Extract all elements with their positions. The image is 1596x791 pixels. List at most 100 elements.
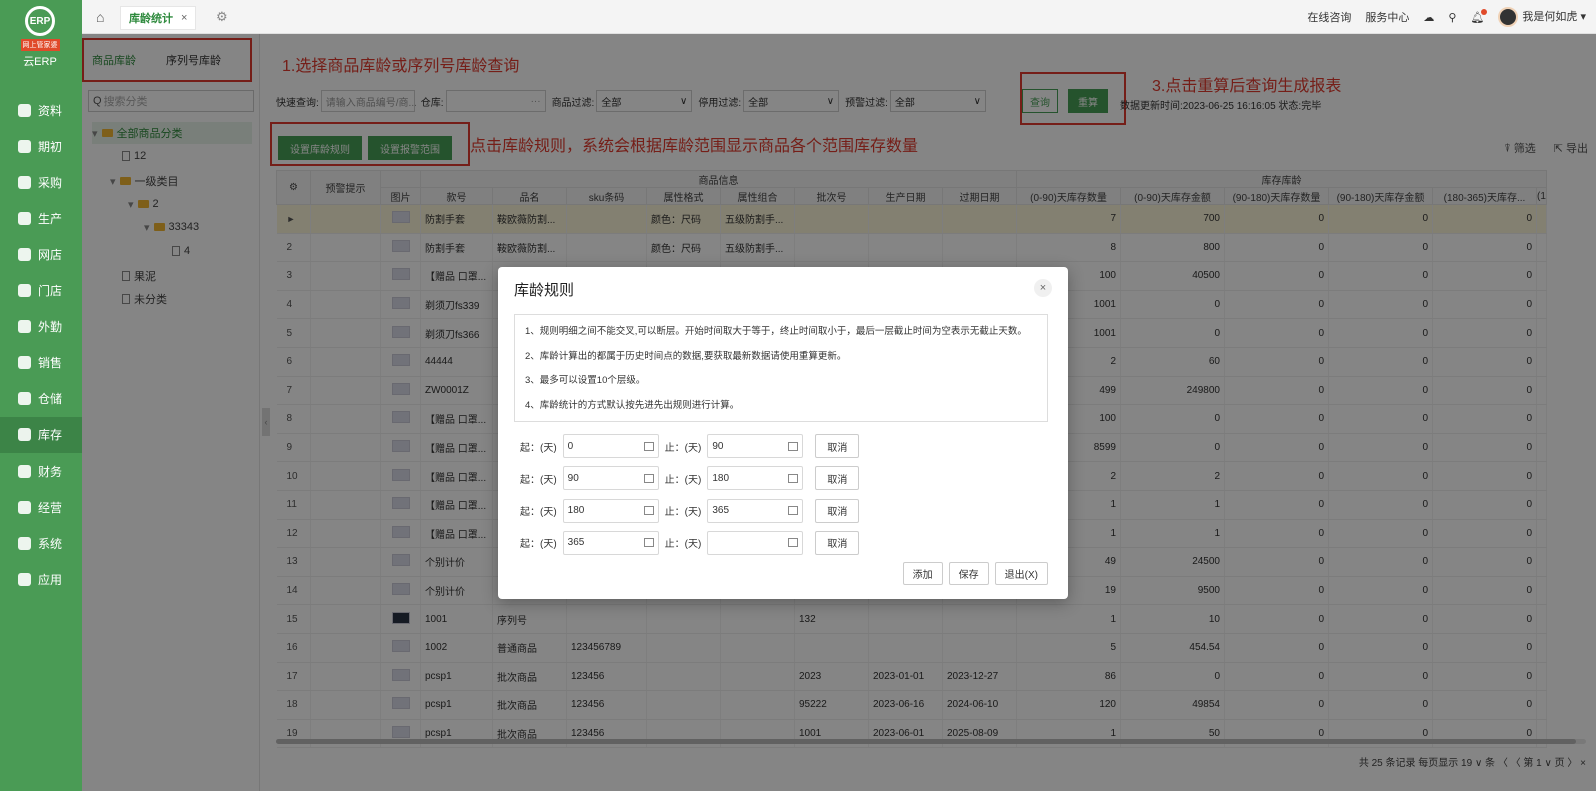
end-day-input[interactable]: 180 bbox=[707, 466, 804, 491]
sidebar-item-8[interactable]: 销售 bbox=[0, 345, 82, 381]
rule-notes: 1、规则明细之间不能交叉,可以断层。开始时间取大于等于，终止时间取小于，最后一层… bbox=[514, 314, 1048, 422]
sidebar-item-label: 财务 bbox=[38, 464, 63, 479]
search-icon[interactable]: ⚲ bbox=[1448, 11, 1456, 24]
end-label: 止：(天) bbox=[664, 507, 702, 519]
sidebar-item-5[interactable]: 网店 bbox=[0, 236, 82, 272]
sidebar-item-label: 系统 bbox=[38, 536, 63, 551]
sidebar-item-12[interactable]: 经营 bbox=[0, 489, 82, 525]
erp-logo-icon: ERP bbox=[25, 6, 55, 36]
store-icon bbox=[18, 284, 31, 297]
main-sidebar: ERP 网上管家婆 云ERP 资料 期初 采购 生产 网店 门店 外勤 销售 仓储 库存 财务 经营系… bbox=[0, 0, 82, 791]
logo-name: 云ERP bbox=[23, 56, 57, 68]
cart-icon bbox=[18, 175, 31, 189]
sidebar-item-4[interactable]: 生产 bbox=[0, 200, 82, 236]
end-day-input[interactable]: 365 bbox=[707, 498, 804, 523]
start-day-input[interactable]: 90 bbox=[562, 466, 659, 491]
dialog-footer: 添加 保存 退出(X) bbox=[902, 562, 1048, 585]
sidebar-item-label: 仓储 bbox=[38, 392, 63, 407]
sidebar-item-label: 门店 bbox=[38, 284, 63, 298]
exit-button[interactable]: 退出(X) bbox=[994, 562, 1048, 585]
range-row: 起：(天) 365 止：(天) 取消 bbox=[520, 530, 860, 555]
user-menu[interactable]: 我是何如虎 ▾ bbox=[1498, 7, 1586, 27]
sidebar-item-10[interactable]: 库存 bbox=[0, 416, 82, 453]
range-row: 起：(天) 0 止：(天) 90 取消 bbox=[520, 434, 860, 458]
rule-note: 1、规则明细之间不能交叉,可以断层。开始时间取大于等于，终止时间取小于，最后一层… bbox=[525, 326, 1027, 337]
sidebar-item-label: 外勤 bbox=[38, 320, 63, 335]
sidebar-item-label: 销售 bbox=[38, 356, 63, 371]
sidebar-item-label: 库存 bbox=[38, 428, 63, 443]
start-day-input[interactable]: 0 bbox=[562, 434, 659, 458]
warehouse-icon bbox=[18, 392, 31, 406]
rule-note: 2、库龄计算出的都属于历史时间点的数据,要获取最新数据请使用重算更新。 bbox=[525, 350, 847, 362]
sidebar-item-label: 资料 bbox=[38, 103, 63, 118]
sidebar-item-label: 期初 bbox=[38, 139, 63, 154]
cancel-range-button[interactable]: 取消 bbox=[815, 498, 860, 523]
sidebar-item-label: 应用 bbox=[38, 572, 63, 587]
sidebar-item-11[interactable]: 财务 bbox=[0, 453, 82, 489]
calendar-icon bbox=[788, 473, 799, 483]
avatar bbox=[1498, 7, 1519, 27]
sidebar-item-label: 采购 bbox=[38, 175, 63, 190]
start-label: 起：(天) bbox=[520, 474, 557, 486]
start-day-input[interactable]: 180 bbox=[562, 498, 659, 523]
top-bar: ⌂ 库龄统计 × ⚙ 在线咨询 服务中心 ☁ ⚲ 🔔︎ 我是何如虎 ▾ bbox=[82, 0, 1596, 34]
range-row: 起：(天) 180 止：(天) 365 取消 bbox=[520, 498, 860, 523]
end-label: 止：(天) bbox=[664, 474, 702, 486]
start-label: 起：(天) bbox=[520, 507, 557, 519]
calendar-icon bbox=[788, 538, 799, 548]
rule-note: 3、最多可以设置10个层级。 bbox=[525, 375, 646, 386]
end-day-input[interactable]: 90 bbox=[707, 434, 804, 458]
home-icon[interactable]: ⌂ bbox=[96, 9, 104, 25]
end-label: 止：(天) bbox=[664, 442, 702, 454]
calendar-icon bbox=[643, 538, 654, 548]
start-day-value: 365 bbox=[567, 537, 585, 549]
cloud-icon[interactable]: ☁ bbox=[1423, 11, 1434, 24]
sidebar-item-7[interactable]: 外勤 bbox=[0, 309, 82, 345]
tabs-settings-icon[interactable]: ⚙ bbox=[216, 9, 228, 25]
start-day-value: 0 bbox=[567, 440, 574, 452]
sidebar-item-2[interactable]: 期初 bbox=[0, 128, 82, 164]
location-icon bbox=[18, 320, 31, 334]
calendar-icon bbox=[788, 506, 799, 516]
gear-icon bbox=[18, 536, 31, 550]
bell-icon[interactable]: 🔔︎ bbox=[1470, 8, 1488, 24]
sidebar-item-label: 生产 bbox=[38, 211, 63, 226]
inventory-icon bbox=[18, 428, 31, 442]
end-day-value: 90 bbox=[712, 440, 724, 452]
calendar-icon bbox=[788, 441, 799, 451]
start-day-value: 180 bbox=[567, 505, 585, 517]
start-day-input[interactable]: 365 bbox=[562, 530, 659, 555]
service-center-link[interactable]: 服务中心 bbox=[1365, 9, 1409, 25]
sidebar-item-9[interactable]: 仓储 bbox=[0, 381, 82, 417]
cancel-range-button[interactable]: 取消 bbox=[815, 530, 860, 555]
online-consult-link[interactable]: 在线咨询 bbox=[1307, 9, 1351, 25]
user-name: 我是何如虎 bbox=[1522, 10, 1578, 23]
clock-icon bbox=[18, 139, 31, 153]
finance-icon bbox=[18, 464, 31, 478]
cancel-range-button[interactable]: 取消 bbox=[815, 466, 860, 491]
apps-icon bbox=[18, 572, 31, 586]
sidebar-item-6[interactable]: 门店 bbox=[0, 273, 82, 309]
end-day-value: 365 bbox=[712, 505, 730, 517]
start-label: 起：(天) bbox=[520, 539, 557, 551]
end-day-input[interactable] bbox=[707, 530, 804, 555]
close-icon[interactable]: × bbox=[1034, 279, 1052, 297]
start-day-value: 90 bbox=[567, 472, 579, 484]
sidebar-item-3[interactable]: 采购 bbox=[0, 164, 82, 200]
sidebar-item-14[interactable]: 应用 bbox=[0, 561, 82, 597]
app-window: ERP 网上管家婆 云ERP 资料 期初 采购 生产 网店 门店 外勤 销售 仓储 库存 财务 经营系… bbox=[0, 0, 1596, 791]
cancel-range-button[interactable]: 取消 bbox=[815, 434, 860, 458]
range-row: 起：(天) 90 止：(天) 180 取消 bbox=[520, 466, 860, 491]
add-range-button[interactable]: 添加 bbox=[902, 562, 943, 585]
tab-close-icon[interactable]: × bbox=[181, 12, 187, 24]
calendar-icon bbox=[643, 506, 654, 516]
folder-icon bbox=[18, 103, 31, 117]
dialog-title: 库龄规则 bbox=[514, 282, 575, 299]
sidebar-item-1[interactable]: 资料 bbox=[0, 92, 82, 128]
end-day-value: 180 bbox=[712, 472, 730, 484]
save-button[interactable]: 保存 bbox=[948, 562, 989, 585]
factory-icon bbox=[18, 211, 31, 225]
tab-inventory-age[interactable]: 库龄统计 × bbox=[120, 6, 197, 30]
end-label: 止：(天) bbox=[664, 539, 702, 551]
sidebar-item-13[interactable]: 系统 bbox=[0, 525, 82, 561]
